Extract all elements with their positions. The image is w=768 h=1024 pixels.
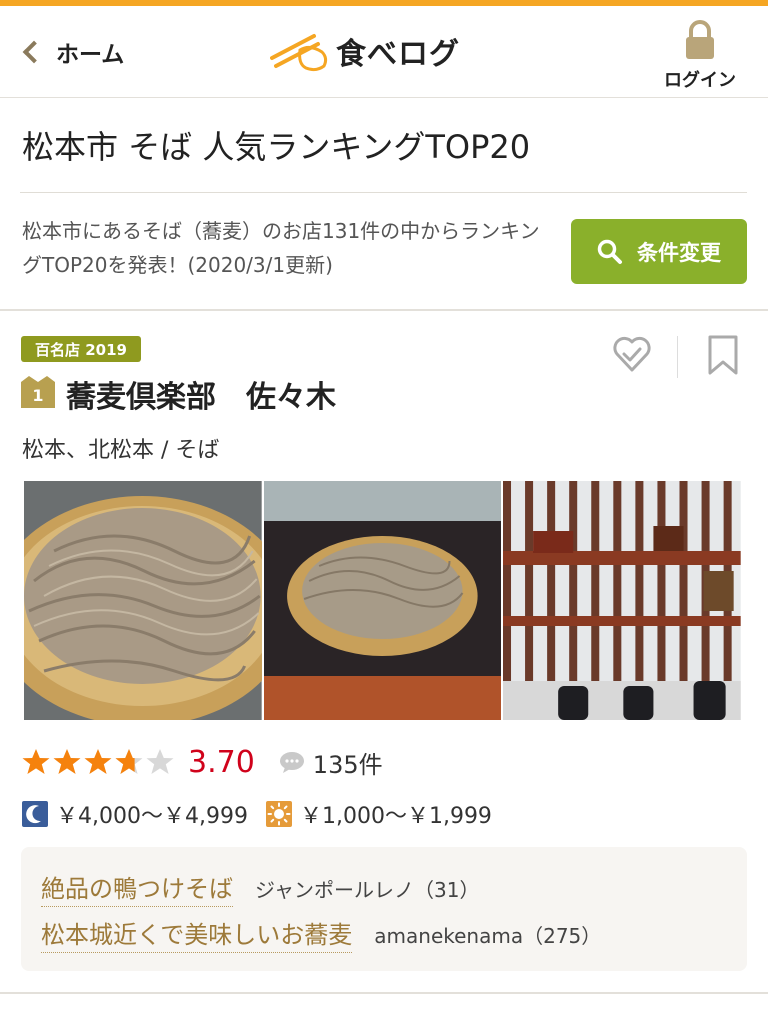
- change-conditions-label: 条件変更: [637, 240, 721, 265]
- tabelog-logo[interactable]: 食べログ: [270, 28, 460, 74]
- ranking-intro: 松本市にあるそば（蕎麦）のお店131件の中からランキングTOP20を発表！(20…: [22, 219, 540, 277]
- home-label: ホーム: [56, 42, 125, 68]
- hyakumeiten-badge: 百名店 2019: [21, 336, 141, 362]
- moon-icon: [22, 801, 48, 827]
- header: ホーム 食べログ ログイン: [0, 6, 768, 98]
- star-full-icon: [22, 749, 50, 774]
- rating-row: 3.70 135件: [22, 744, 383, 780]
- star-full-icon: [84, 749, 112, 774]
- shop-name-link[interactable]: 蕎麦倶楽部 佐々木: [66, 372, 336, 416]
- photo-shop-interior[interactable]: [503, 481, 742, 720]
- logo-text: 食べログ: [336, 37, 460, 72]
- change-conditions-button[interactable]: 条件変更: [571, 219, 747, 284]
- section-divider: [0, 309, 768, 311]
- icon-separator: [677, 336, 678, 378]
- reviewer-name: amanekenama（275）: [374, 924, 602, 948]
- lock-icon: [686, 20, 714, 59]
- review-title-link[interactable]: 絶品の鴨つけそば: [41, 869, 233, 907]
- check-heart-icon[interactable]: [612, 334, 652, 374]
- search-icon: [597, 239, 622, 264]
- sun-icon: [265, 801, 292, 827]
- photo-zaru-soba-on-tray[interactable]: [263, 481, 502, 720]
- review-item: 絶品の鴨つけそば ジャンポールレノ（31）: [41, 869, 479, 907]
- review-highlights: 絶品の鴨つけそば ジャンポールレノ（31） 松本城近くで美味しいお蕎麦 aman…: [21, 847, 747, 971]
- interior-photo: [503, 481, 742, 720]
- login-label: ログイン: [664, 70, 736, 91]
- page-title: 松本市 そば 人気ランキングTOP20: [22, 128, 531, 166]
- review-item: 松本城近くで美味しいお蕎麦 amanekenama（275）: [41, 915, 601, 953]
- dinner-price: ￥4,000～￥4,999: [56, 804, 248, 829]
- star-empty-icon: [146, 749, 174, 774]
- login-button[interactable]: ログイン: [658, 20, 742, 92]
- home-back-button[interactable]: ホーム: [20, 34, 124, 70]
- bottom-divider: [0, 992, 768, 994]
- soba-photo-2: [263, 481, 502, 720]
- shop-area-genre: 松本、北松本 / そば: [22, 438, 220, 463]
- bookmark-icon[interactable]: [706, 334, 740, 376]
- photo-zaru-soba-closeup[interactable]: [24, 481, 262, 720]
- speech-bubble-icon: [279, 752, 304, 773]
- title-divider: [20, 192, 747, 193]
- reviewer-name: ジャンポールレノ（31）: [255, 878, 480, 902]
- rating-stars: [22, 748, 174, 776]
- lunch-price: ￥1,000～￥1,999: [299, 804, 492, 829]
- chevron-left-icon: [22, 40, 46, 64]
- star-partial-icon: [115, 749, 143, 774]
- chopsticks-hand-icon: [270, 34, 328, 72]
- rank-number: 1: [32, 386, 44, 405]
- star-full-icon: [53, 749, 81, 774]
- rating-score: 3.70: [188, 744, 255, 780]
- price-row: ￥4,000～￥4,999 ￥1,000～￥1,999: [22, 800, 492, 829]
- soba-photo-1: [24, 481, 262, 720]
- photo-strip: [24, 481, 742, 720]
- review-count-link[interactable]: 135件: [279, 745, 383, 780]
- review-count: 135件: [312, 750, 383, 779]
- review-title-link[interactable]: 松本城近くで美味しいお蕎麦: [41, 915, 353, 953]
- rank-crown-icon: 1: [21, 376, 55, 408]
